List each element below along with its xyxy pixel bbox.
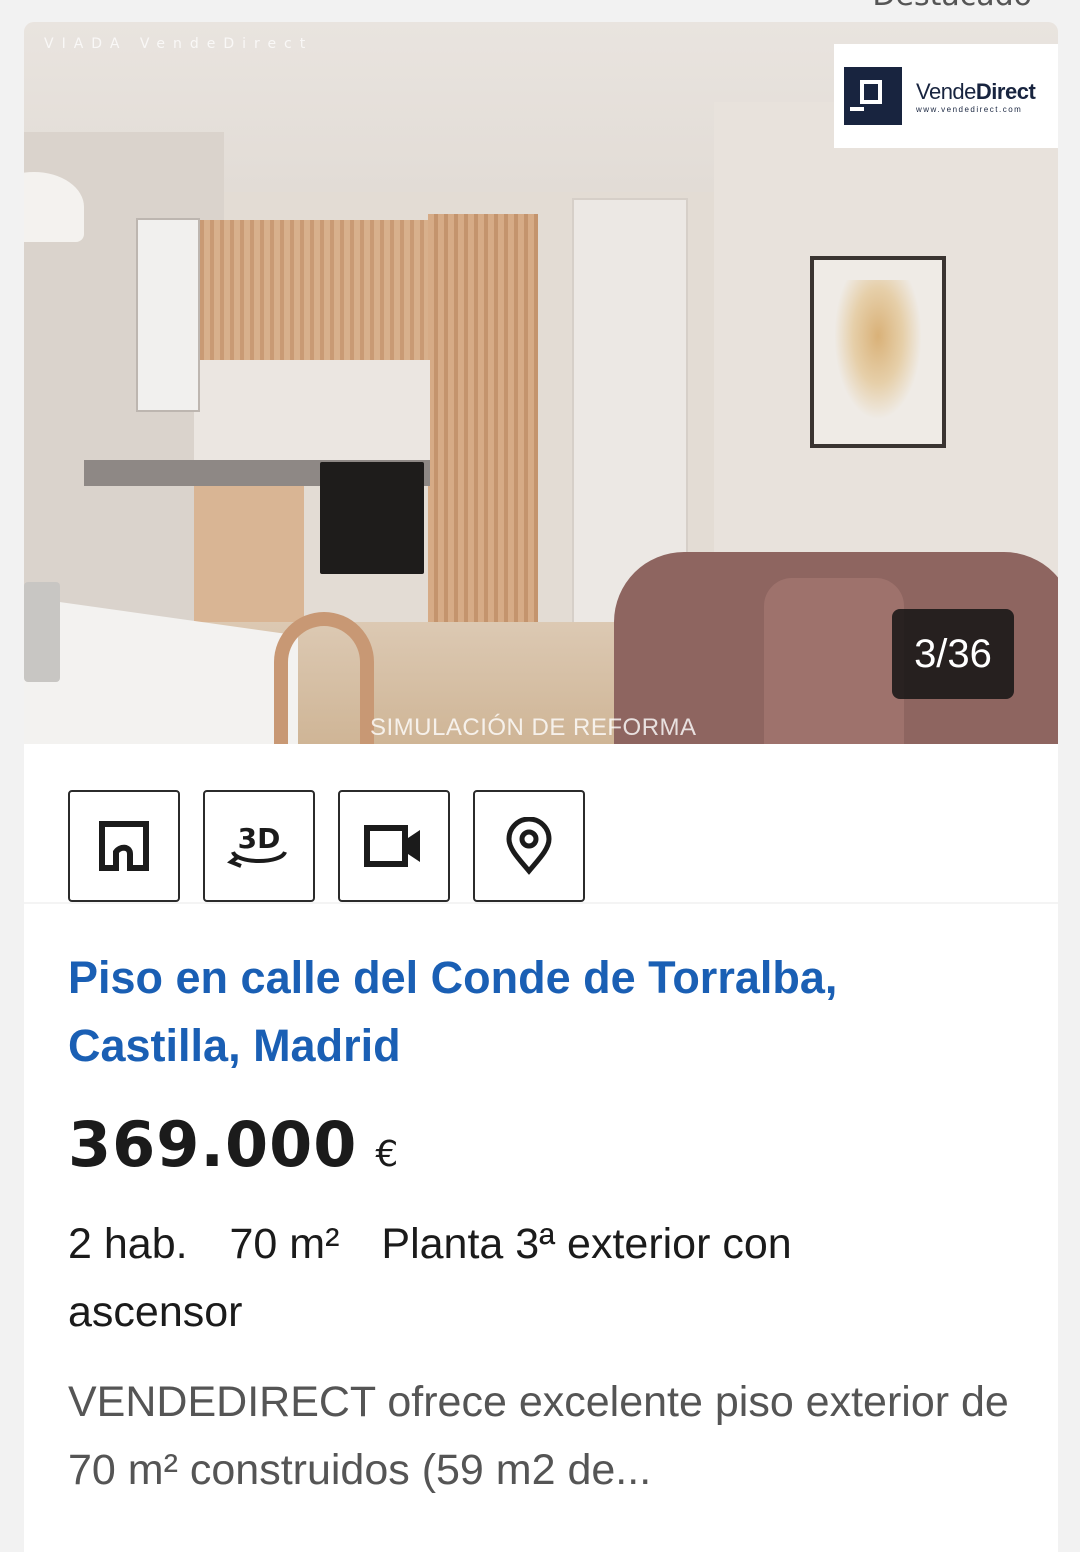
agency-logo: VendeDirect www.vendedirect.com xyxy=(834,44,1058,148)
map-pin-icon xyxy=(506,817,552,875)
detail-area: 70 m² xyxy=(229,1220,340,1268)
floor-plan-icon xyxy=(99,821,149,871)
3d-tour-button[interactable]: 3D xyxy=(203,790,315,902)
logo-word-bold: Direct xyxy=(975,78,1036,104)
listing-card[interactable]: VIADA VendeDirect SIMULACIÓN DE REFORMA … xyxy=(24,22,1058,1552)
price-currency: € xyxy=(375,1134,399,1175)
logo-word-regular: Vende xyxy=(916,78,976,104)
3d-tour-icon: 3D xyxy=(227,822,287,868)
listing-details: 2 hab. 70 m² Planta 3ª exterior con asce… xyxy=(68,1210,968,1346)
detail-rooms: 2 hab. xyxy=(68,1220,188,1268)
3d-tour-glyph: 3D xyxy=(238,822,281,855)
listing-photo[interactable]: VIADA VendeDirect SIMULACIÓN DE REFORMA … xyxy=(24,22,1058,744)
video-icon xyxy=(364,825,420,867)
listing-title-link[interactable]: Piso en calle del Conde de Torralba, Cas… xyxy=(68,944,968,1080)
video-button[interactable] xyxy=(338,790,450,902)
photo-watermark-top: VIADA VendeDirect xyxy=(44,36,314,52)
photo-counter-badge: 3/36 xyxy=(892,609,1014,699)
feature-buttons: 3D xyxy=(68,790,585,902)
agency-logo-icon xyxy=(844,67,902,125)
price: 369.000 € xyxy=(68,1108,398,1181)
price-value: 369.000 xyxy=(68,1108,358,1181)
featured-label: Destacado xyxy=(872,0,1032,13)
divider xyxy=(24,902,1058,904)
map-button[interactable] xyxy=(473,790,585,902)
photo-watermark-bottom: SIMULACIÓN DE REFORMA xyxy=(370,714,697,741)
floor-plan-button[interactable] xyxy=(68,790,180,902)
listing-description: VENDEDIRECT ofrece excelente piso exteri… xyxy=(68,1378,1009,1494)
logo-url: www.vendedirect.com xyxy=(916,104,1023,114)
